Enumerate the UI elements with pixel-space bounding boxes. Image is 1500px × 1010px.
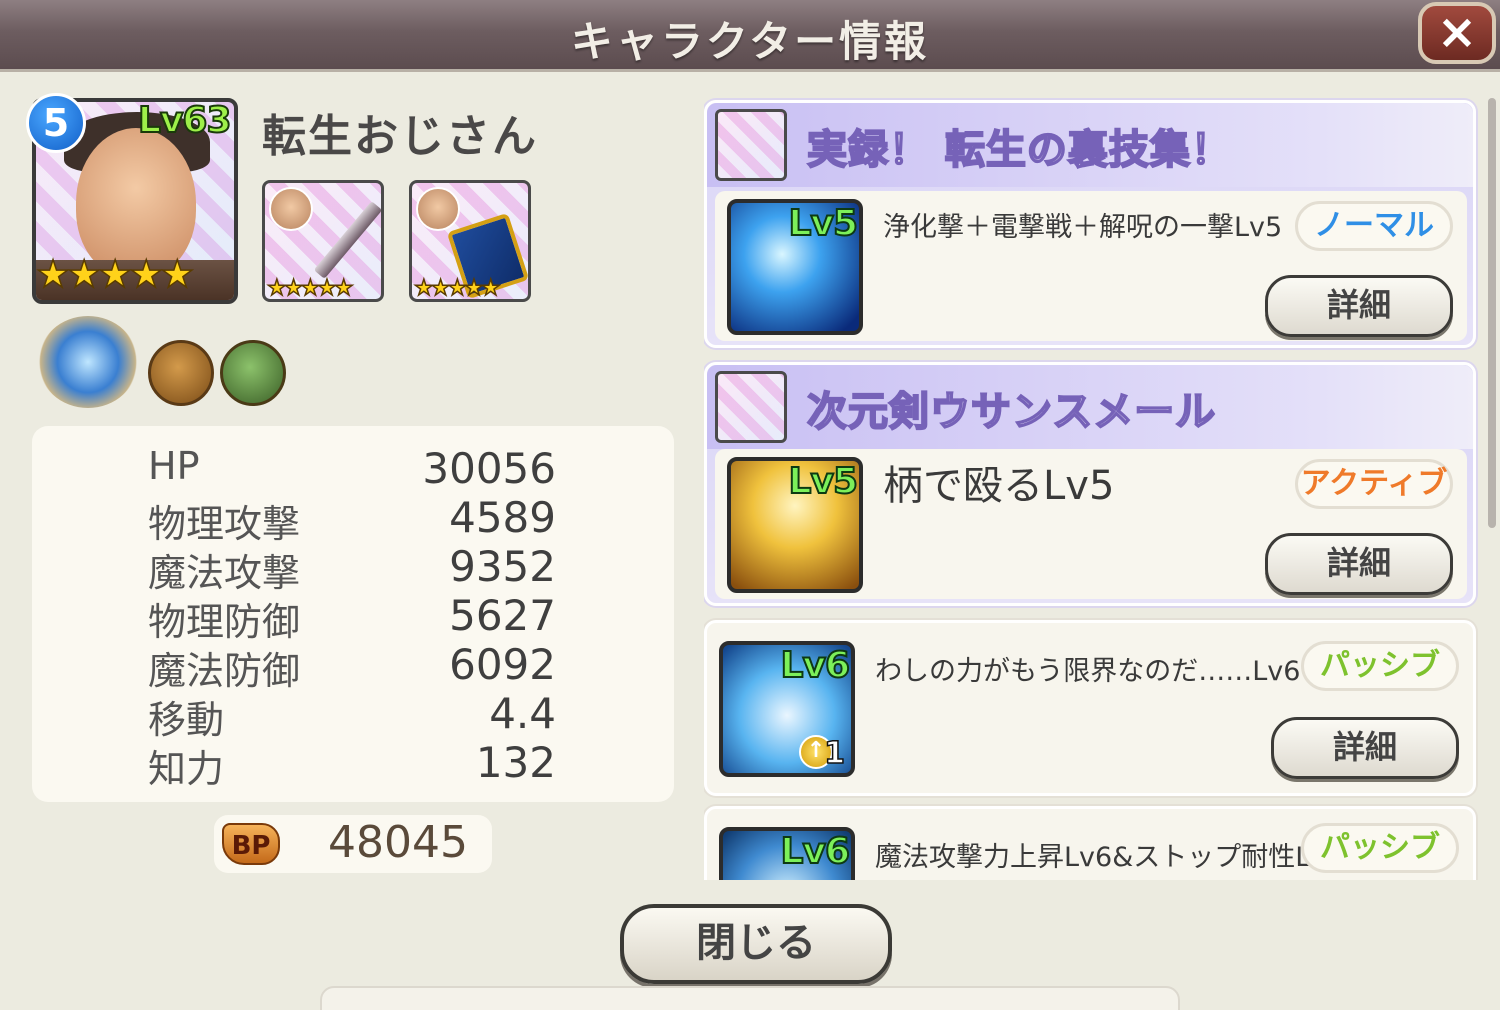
skill-card: Lv6 ↑ 1 わしの力がもう限界なのだ……Lv6 パッシブ 詳細 bbox=[704, 620, 1476, 796]
stat-label: 知力 bbox=[148, 747, 225, 791]
sword-icon bbox=[313, 201, 381, 279]
group-header: 実録！ 転生の裏技集！ bbox=[707, 103, 1473, 187]
stat-value: 4.4 bbox=[489, 689, 556, 738]
stat-label: 魔法攻撃 bbox=[148, 551, 301, 595]
claw-skill-icon[interactable]: Lv6 ↑ 1 bbox=[719, 641, 855, 777]
weapon-group-sword: 次元剣ウサンスメール Lv5 柄で殴るLv5 アクティブ 詳細 bbox=[704, 362, 1476, 606]
rank-badge: 5 bbox=[26, 93, 86, 153]
bp-value: 48045 bbox=[328, 817, 468, 868]
bp-icon: BP bbox=[222, 823, 280, 865]
character-skill-icon[interactable]: Lv5 bbox=[727, 457, 863, 593]
bottom-panel-edge bbox=[320, 986, 1180, 1010]
owner-avatar bbox=[416, 187, 460, 231]
stat-value: 9352 bbox=[449, 542, 556, 591]
group-title: 実録！ 転生の裏技集！ bbox=[806, 126, 1232, 174]
magic-skill-icon[interactable]: Lv6 bbox=[719, 827, 855, 880]
skill-level: Lv5 bbox=[788, 203, 859, 245]
skill-level: Lv6 bbox=[780, 645, 851, 687]
close-button[interactable]: 閉じる bbox=[620, 904, 892, 984]
stat-row-hp: HP 30056 bbox=[32, 444, 674, 493]
skill-level: Lv5 bbox=[788, 461, 859, 503]
stat-row-phys-atk: 物理攻撃 4589 bbox=[32, 493, 674, 546]
close-icon[interactable]: × bbox=[1418, 2, 1496, 64]
stat-value: 5627 bbox=[449, 591, 556, 640]
stat-value: 6092 bbox=[449, 640, 556, 689]
boot-icon[interactable] bbox=[148, 340, 214, 406]
detail-button[interactable]: 詳細 bbox=[1271, 717, 1459, 779]
equip-stars: ★★★★★ bbox=[413, 275, 501, 301]
skill-type-badge: パッシブ bbox=[1301, 641, 1459, 691]
sword-icon bbox=[715, 371, 787, 443]
character-name: 転生おじさん bbox=[262, 111, 538, 162]
skill-type-badge: アクティブ bbox=[1295, 459, 1453, 509]
stat-row-phys-def: 物理防御 5627 bbox=[32, 591, 674, 644]
stat-row-mag-def: 魔法防御 6092 bbox=[32, 640, 674, 693]
spiral-icon[interactable] bbox=[220, 340, 286, 406]
skill-name: 柄で殴るLv5 bbox=[883, 463, 1115, 509]
stat-value: 4589 bbox=[449, 493, 556, 542]
stat-label: 物理攻撃 bbox=[148, 502, 301, 546]
stat-row-mag-atk: 魔法攻撃 9352 bbox=[32, 542, 674, 595]
stats-panel: HP 30056 物理攻撃 4589 魔法攻撃 9352 物理防御 5627 魔… bbox=[32, 426, 674, 802]
title-bar: キャラクター情報 × bbox=[0, 0, 1500, 72]
stat-row-int: 知力 132 bbox=[32, 738, 674, 791]
skill-type-badge: パッシブ bbox=[1301, 823, 1459, 873]
book-icon bbox=[715, 109, 787, 181]
group-header: 次元剣ウサンスメール bbox=[707, 365, 1473, 449]
skill-card: Lv5 浄化撃＋電撃戦＋解呪の一撃Lv5 ノーマル 詳細 bbox=[715, 191, 1467, 341]
group-title: 次元剣ウサンスメール bbox=[806, 388, 1217, 436]
level-tag: Lv63 bbox=[137, 99, 232, 142]
stat-label: 物理防御 bbox=[148, 600, 301, 644]
skill-type-badge: ノーマル bbox=[1295, 201, 1453, 251]
stat-label: 魔法防御 bbox=[148, 649, 301, 693]
lightning-skill-icon[interactable]: Lv5 bbox=[727, 199, 863, 335]
skill-card: Lv6 魔法攻撃力上昇Lv6&ストップ耐性Lv6 パッシブ bbox=[704, 806, 1476, 880]
owner-avatar bbox=[269, 187, 313, 231]
stat-value: 30056 bbox=[422, 444, 556, 493]
skill-level: Lv6 bbox=[780, 831, 851, 873]
stat-label: HP bbox=[148, 444, 200, 488]
upgrade-count: 1 bbox=[823, 735, 845, 772]
equip-weapon-book[interactable]: ★★★★★ bbox=[409, 180, 531, 302]
sword-emblem-icon[interactable] bbox=[38, 316, 138, 408]
equip-weapon-sword[interactable]: ★★★★★ bbox=[262, 180, 384, 302]
skill-name: 魔法攻撃力上昇Lv6&ストップ耐性Lv6 bbox=[875, 842, 1344, 873]
stat-row-move: 移動 4.4 bbox=[32, 689, 674, 742]
skills-list[interactable]: 実録！ 転生の裏技集！ Lv5 浄化撃＋電撃戦＋解呪の一撃Lv5 ノーマル 詳細… bbox=[704, 98, 1480, 880]
scrollbar[interactable] bbox=[1488, 98, 1496, 528]
detail-button[interactable]: 詳細 bbox=[1265, 533, 1453, 595]
weapon-group-book: 実録！ 転生の裏技集！ Lv5 浄化撃＋電撃戦＋解呪の一撃Lv5 ノーマル 詳細 bbox=[704, 100, 1476, 348]
skill-card: Lv5 柄で殴るLv5 アクティブ 詳細 bbox=[715, 449, 1467, 599]
window-title: キャラクター情報 bbox=[570, 17, 930, 66]
detail-button[interactable]: 詳細 bbox=[1265, 275, 1453, 337]
bp-panel: BP 48045 bbox=[214, 815, 492, 873]
skill-name: わしの力がもう限界なのだ……Lv6 bbox=[875, 656, 1301, 687]
equip-stars: ★★★★★ bbox=[266, 275, 354, 301]
skill-name: 浄化撃＋電撃戦＋解呪の一撃Lv5 bbox=[883, 212, 1283, 243]
stat-value: 132 bbox=[475, 738, 556, 787]
rarity-stars: ★★★★★ bbox=[35, 251, 195, 297]
stat-label: 移動 bbox=[148, 698, 225, 742]
